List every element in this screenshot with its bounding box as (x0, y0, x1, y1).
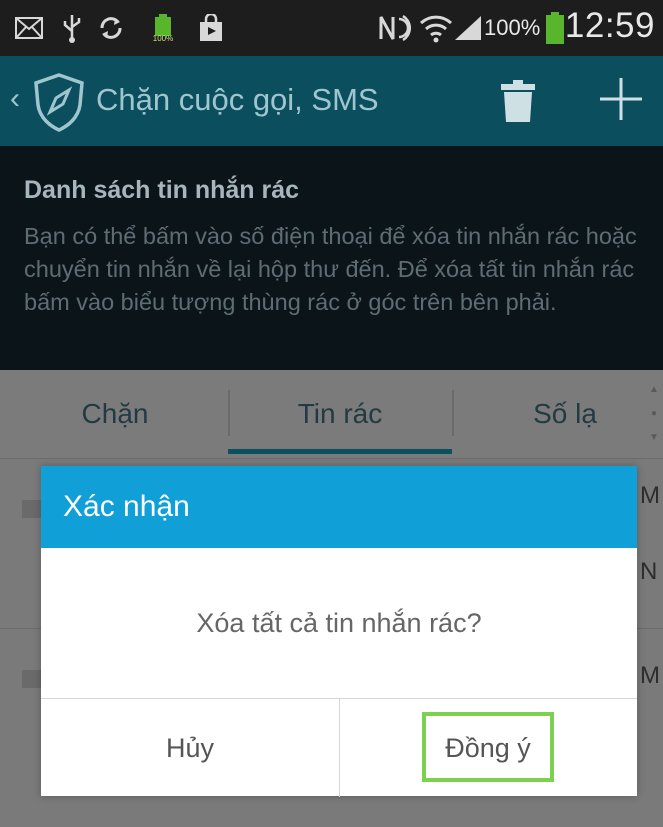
plus-icon[interactable] (598, 76, 644, 127)
nfc-icon (378, 12, 414, 44)
action-bar: ‹ Chặn cuộc gọi, SMS (0, 56, 663, 146)
mail-icon (14, 12, 44, 44)
list-item-peek: N (640, 558, 658, 585)
dialog-title: Xác nhận (63, 490, 190, 523)
tab-divider (452, 390, 454, 436)
info-heading: Danh sách tin nhắn rác (24, 176, 300, 204)
shopping-bag-icon (196, 12, 226, 44)
confirm-dialog: Xác nhận Xóa tất cả tin nhắn rác? Hủy Đồ… (41, 466, 637, 797)
status-bar: 100% 100% 12:59 (0, 0, 663, 56)
clock: 12:59 (564, 6, 655, 45)
confirm-button-highlight (422, 712, 554, 782)
trash-icon[interactable] (500, 80, 536, 127)
battery-icon (545, 12, 565, 44)
tab-spam[interactable]: Tin rác (228, 370, 452, 458)
wifi-icon (418, 12, 454, 44)
dialog-message: Xóa tất cả tin nhắn rác? (196, 607, 482, 638)
list-item-peek: M (640, 662, 660, 689)
tab-bar: Chặn Tin rác Số lạ ▲ ● ▼ (0, 370, 663, 458)
battery-small-icon: 100% (148, 12, 178, 44)
battery-small-label: 100% (152, 33, 174, 43)
info-description: Bạn có thể bấm vào số điện thoại để xóa … (24, 223, 637, 315)
info-panel: Danh sách tin nhắn rác Bạn có thể bấm và… (0, 146, 663, 370)
battery-percent: 100% (484, 15, 541, 40)
page-title: Chặn cuộc gọi, SMS (96, 82, 379, 117)
list-item-peek: M (640, 482, 660, 509)
signal-icon (452, 12, 484, 44)
cancel-button[interactable]: Hủy (41, 699, 339, 797)
back-chevron-icon[interactable]: ‹ (10, 82, 20, 116)
shield-icon[interactable] (32, 72, 86, 137)
usb-icon (60, 12, 84, 44)
tab-block[interactable]: Chặn (40, 370, 190, 458)
dialog-buttons: Hủy Đồng ý (41, 698, 637, 797)
list-divider (0, 458, 663, 459)
sync-icon (96, 12, 126, 44)
dialog-header: Xác nhận (41, 466, 637, 548)
tab-unknown-numbers[interactable]: Số lạ (490, 370, 640, 458)
tab-scroll-indicator: ▲ ● ▼ (649, 384, 659, 443)
